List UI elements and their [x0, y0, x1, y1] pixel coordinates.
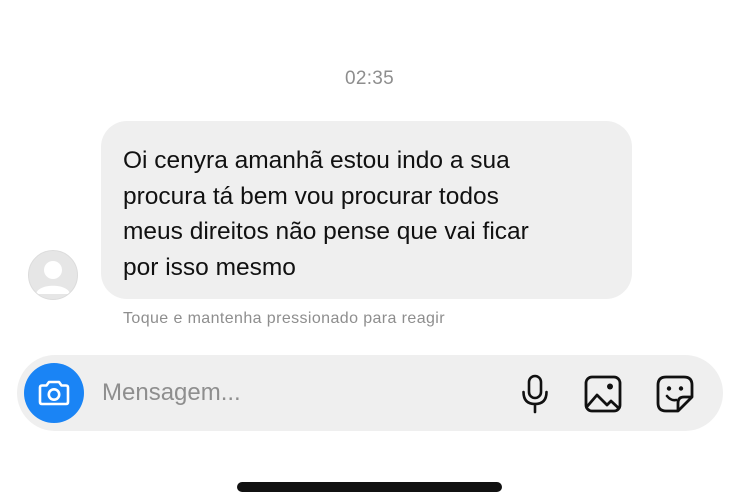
home-indicator [237, 482, 502, 492]
message-text-line: meus direitos não pense que vai ficar [123, 218, 529, 245]
sticker-button[interactable] [654, 373, 696, 415]
message-text-line: Oi cenyra amanhã estou indo a sua [123, 147, 510, 174]
camera-button[interactable] [24, 363, 84, 423]
sticker-icon [656, 375, 694, 413]
message-input[interactable] [102, 375, 402, 411]
received-message-bubble[interactable]: Oi cenyra amanhã estou indo a sua procur… [101, 121, 632, 299]
message-timestamp: 02:35 [344, 68, 395, 89]
microphone-icon [522, 374, 548, 414]
sender-avatar[interactable] [28, 250, 78, 300]
image-icon [584, 375, 622, 413]
gallery-button[interactable] [582, 373, 624, 415]
message-text-line: procura tá bem vou procurar todos [123, 182, 499, 210]
camera-icon [38, 380, 70, 406]
react-hint: Toque e mantenha pressionado para reagir [123, 310, 445, 327]
microphone-button[interactable] [514, 373, 556, 415]
message-text-line: por isso mesmo [123, 253, 296, 281]
default-profile-icon [36, 261, 70, 294]
message-composer [17, 355, 723, 431]
